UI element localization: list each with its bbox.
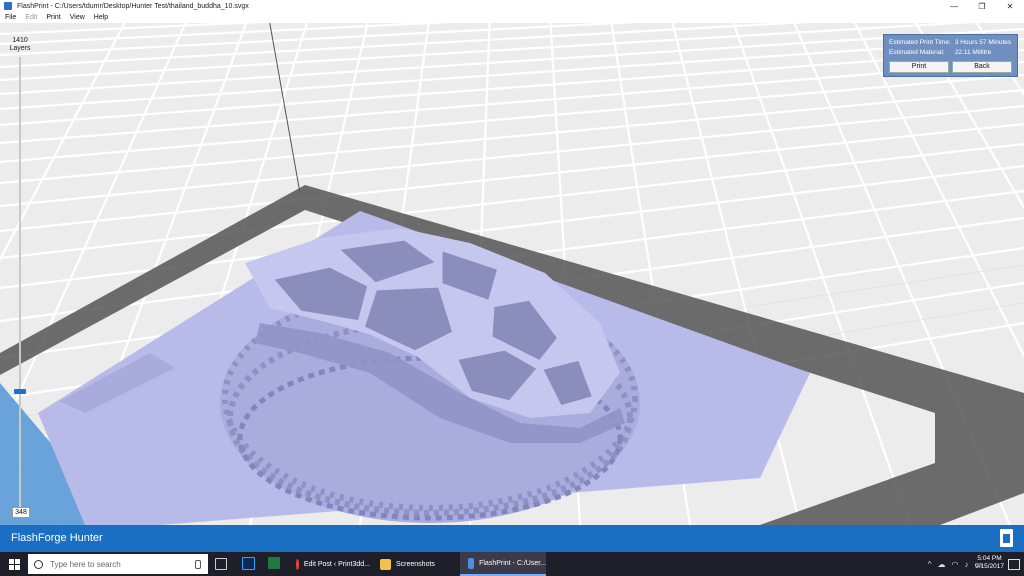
back-button[interactable]: Back — [952, 61, 1012, 73]
print-estimate-panel: Estimated Print Time: 3 Hours 57 Minutes… — [883, 34, 1018, 77]
build-plate-scene — [0, 23, 1024, 525]
volume-icon[interactable]: ♪ — [964, 560, 968, 569]
printer-device-icon[interactable] — [1000, 529, 1013, 547]
system-tray: ^ ☁ ◠ ♪ ▭ — [928, 552, 982, 576]
wifi-icon[interactable]: ◠ — [951, 560, 958, 569]
windows-logo-icon — [8, 558, 20, 570]
taskbar-clock[interactable]: 5:04 PM 9/15/2017 — [975, 555, 1004, 571]
onedrive-icon[interactable]: ☁ — [937, 560, 945, 569]
chevron-up-icon[interactable]: ^ — [928, 560, 932, 569]
flashprint-app-icon — [4, 2, 12, 10]
taskbar: Type here to search Edit Post ‹ Print3dd… — [0, 552, 1024, 576]
microphone-icon[interactable] — [195, 560, 201, 569]
estimated-time-value: 3 Hours 57 Minutes — [954, 39, 1012, 46]
machine-bar: FlashForge Hunter — [0, 525, 1024, 552]
maximize-button[interactable]: ❐ — [968, 0, 996, 12]
taskbar-app-flashprint[interactable]: FlashPrint - C:/User... — [460, 552, 546, 576]
taskbar-app-chrome[interactable]: Edit Post ‹ Print3dd... — [288, 552, 370, 576]
menu-file[interactable]: File — [5, 14, 16, 21]
estimated-material-row: Estimated Material: 22.11 Millitre — [889, 49, 991, 56]
machine-name: FlashForge Hunter — [11, 532, 103, 544]
close-button[interactable]: ✕ — [996, 0, 1024, 12]
layer-count-max: 1410 — [12, 37, 28, 44]
flashprint-app-label: FlashPrint - C:/User... — [479, 559, 546, 567]
estimated-material-value: 22.11 Millitre — [954, 49, 992, 56]
explorer-app-label: Screenshots — [396, 560, 435, 568]
layer-slider-handle[interactable] — [14, 389, 26, 394]
layers-label: Layers — [9, 45, 31, 52]
menu-print[interactable]: Print — [46, 14, 60, 21]
print-button[interactable]: Print — [889, 61, 949, 73]
task-view-icon[interactable] — [215, 558, 227, 570]
layer-slider-top-label: 1410 Layers — [8, 37, 32, 53]
search-icon — [34, 559, 43, 569]
3d-viewport[interactable]: 1410 Layers 348 Estimated Print Time: 3 … — [0, 23, 1024, 525]
photoshop-icon[interactable] — [242, 557, 255, 570]
estimated-material-label: Estimated Material: — [889, 49, 945, 56]
title-bar: FlashPrint - C:/Users/tdumr/Desktop/Hunt… — [0, 0, 1024, 12]
menu-view[interactable]: View — [70, 14, 85, 21]
taskbar-app-explorer[interactable]: Screenshots — [372, 552, 458, 576]
minimize-button[interactable]: — — [940, 0, 968, 12]
menu-help[interactable]: Help — [94, 14, 108, 21]
excel-icon[interactable] — [268, 557, 280, 569]
clock-date: 9/15/2017 — [975, 563, 1004, 570]
menu-bar: File Edit Print View Help — [0, 12, 1024, 23]
flashprint-taskbar-icon — [468, 557, 475, 569]
chrome-app-label: Edit Post ‹ Print3dd... — [303, 560, 370, 568]
window-title: FlashPrint - C:/Users/tdumr/Desktop/Hunt… — [17, 2, 249, 10]
notification-icon[interactable] — [1008, 559, 1020, 570]
search-placeholder: Type here to search — [50, 559, 121, 569]
layer-current-value[interactable]: 348 — [12, 507, 30, 518]
z-axis-line — [269, 23, 301, 194]
estimated-time-label: Estimated Print Time: — [889, 39, 951, 46]
chrome-icon — [296, 558, 299, 570]
layer-slider-track[interactable] — [19, 57, 21, 507]
taskbar-search[interactable]: Type here to search — [28, 554, 208, 574]
menu-edit[interactable]: Edit — [25, 14, 37, 21]
estimated-time-row: Estimated Print Time: 3 Hours 57 Minutes — [889, 39, 1011, 46]
clock-time: 5:04 PM — [977, 555, 1002, 562]
start-button[interactable] — [0, 552, 28, 576]
folder-icon — [380, 558, 391, 570]
